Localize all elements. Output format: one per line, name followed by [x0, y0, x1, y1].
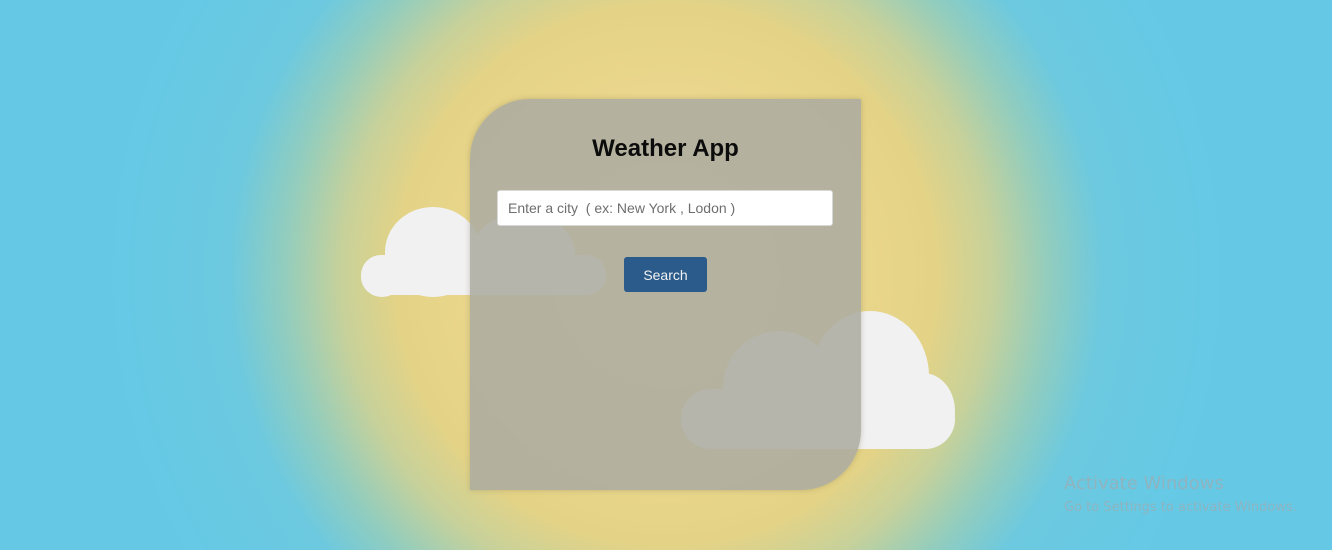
- city-search-input[interactable]: [497, 190, 833, 226]
- watermark-title: Activate Windows: [1064, 473, 1224, 494]
- app-title: Weather App: [592, 135, 739, 162]
- cloud-puff: [361, 257, 403, 297]
- cloud-puff: [891, 373, 955, 449]
- weather-card: Weather App Search: [470, 99, 861, 490]
- activate-windows-watermark: Activate Windows Go to Settings to activ…: [1064, 473, 1297, 518]
- watermark-subtitle: Go to Settings to activate Windows.: [1064, 500, 1297, 515]
- search-button[interactable]: Search: [624, 257, 707, 292]
